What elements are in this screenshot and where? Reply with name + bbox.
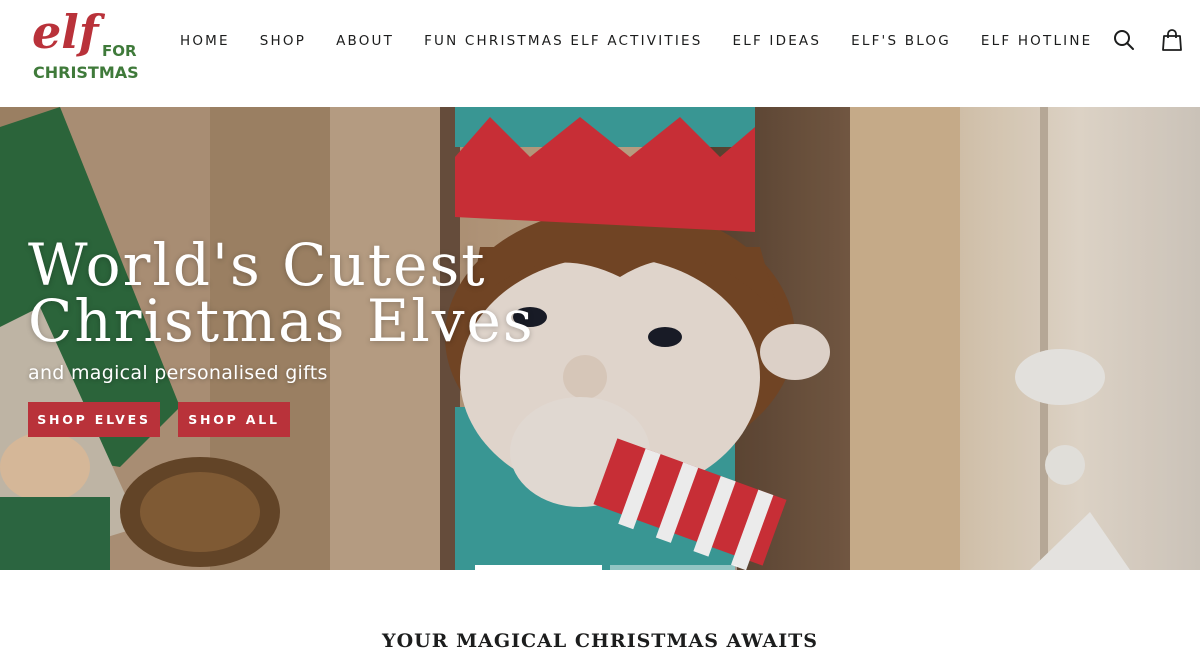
hero-title-line2: Christmas Elves xyxy=(28,287,535,355)
section-title: YOUR MAGICAL CHRISTMAS AWAITS xyxy=(382,630,818,652)
nav-elf-ideas[interactable]: ELF IDEAS xyxy=(718,31,837,51)
hero-subtitle: and magical personalised gifts xyxy=(28,362,328,384)
nav-home[interactable]: HOME xyxy=(165,31,245,51)
header-icons xyxy=(1112,28,1184,52)
search-icon[interactable] xyxy=(1112,28,1136,52)
shop-elves-button[interactable]: SHOP ELVES xyxy=(28,402,160,437)
nav-about[interactable]: ABOUT xyxy=(321,31,409,51)
slide-dot-2[interactable] xyxy=(610,565,737,570)
elf-for-christmas-logo[interactable]: elf FOR CHRISTMAS xyxy=(30,4,142,82)
cart-icon[interactable] xyxy=(1160,28,1184,52)
svg-text:elf: elf xyxy=(32,5,106,59)
svg-text:FOR: FOR xyxy=(102,42,137,60)
slideshow-pagination xyxy=(475,565,737,570)
hero-title-line1: World's Cutest xyxy=(28,231,487,299)
hero-slideshow: World's Cutest Christmas Elves and magic… xyxy=(0,107,1200,570)
shop-all-button[interactable]: SHOP ALL xyxy=(178,402,290,437)
main-nav: HOME SHOP ABOUT FUN CHRISTMAS ELF ACTIVI… xyxy=(165,31,1107,51)
nav-fun-christmas-elf-activities[interactable]: FUN CHRISTMAS ELF ACTIVITIES xyxy=(409,31,717,51)
hero-title: World's Cutest Christmas Elves xyxy=(28,231,535,355)
nav-shop[interactable]: SHOP xyxy=(245,31,321,51)
svg-text:CHRISTMAS: CHRISTMAS xyxy=(33,63,139,82)
site-header: elf FOR CHRISTMAS HOME SHOP ABOUT FUN CH… xyxy=(0,0,1200,107)
nav-elfs-blog[interactable]: ELF'S BLOG xyxy=(836,31,966,51)
nav-elf-hotline[interactable]: ELF HOTLINE xyxy=(966,31,1107,51)
slide-dot-1[interactable] xyxy=(475,565,602,570)
